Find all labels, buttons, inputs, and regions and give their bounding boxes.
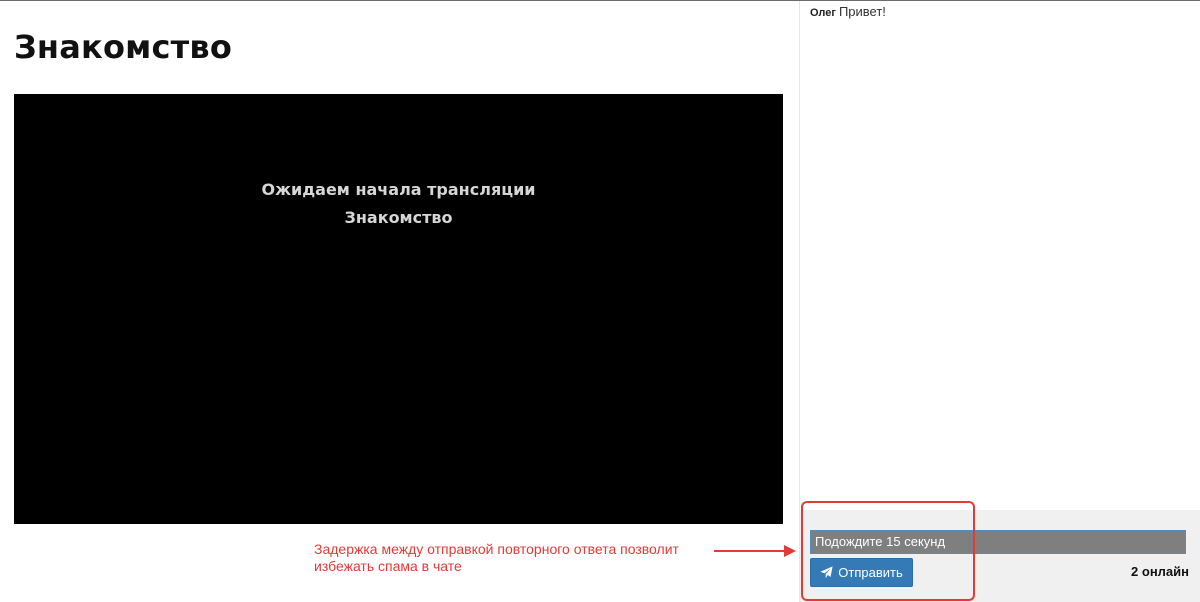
message-text: Привет! [838, 4, 886, 19]
chat-panel: Олег Привет! Подождите 15 секунд Отправит… [799, 1, 1200, 602]
annotation-arrow-icon [714, 545, 796, 557]
video-player[interactable]: Ожидаем начала трансляции Знакомство [14, 94, 783, 524]
paper-plane-icon [820, 566, 833, 579]
stream-name: Знакомство [344, 208, 453, 227]
chat-message: Олег Привет! [810, 4, 886, 19]
page-title: Знакомство [14, 28, 233, 66]
message-author: Олег [810, 7, 836, 19]
message-input[interactable]: Подождите 15 секунд [810, 530, 1186, 554]
annotation-line: избежать спама в чате [314, 558, 462, 574]
waiting-message: Ожидаем начала трансляции Знакомство [14, 176, 783, 232]
send-button[interactable]: Отправить [810, 558, 913, 587]
annotation-text: Задержка между отправкой повторного отве… [314, 541, 714, 575]
waiting-text: Ожидаем начала трансляции [261, 180, 536, 199]
annotation-line: Задержка между отправкой повторного отве… [314, 541, 679, 557]
chat-compose-area: Подождите 15 секунд Отправить 2 онлайн [800, 510, 1200, 602]
online-count: 2 онлайн [1131, 564, 1189, 579]
send-button-label: Отправить [838, 565, 903, 580]
